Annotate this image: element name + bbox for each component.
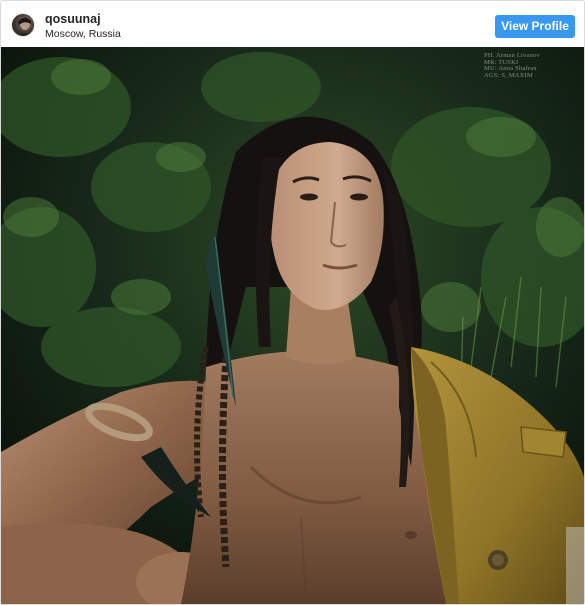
post-header: qosuunaj Moscow, Russia View Profile — [1, 1, 584, 47]
instagram-embed: qosuunaj Moscow, Russia View Profile PH.… — [0, 0, 585, 605]
avatar[interactable] — [11, 13, 35, 37]
username-link[interactable]: qosuunaj — [45, 12, 121, 26]
post-photo-image — [1, 47, 584, 604]
photo-credits: PH. Arman Livanov MR: TUSKI MU: Anna Sha… — [484, 52, 554, 79]
location-link[interactable]: Moscow, Russia — [45, 27, 121, 41]
view-profile-button[interactable]: View Profile — [495, 15, 575, 38]
user-block: qosuunaj Moscow, Russia — [45, 12, 121, 41]
credit-line-4: AGS: S_MAXIM — [484, 71, 533, 79]
post-photo[interactable]: PH. Arman Livanov MR: TUSKI MU: Anna Sha… — [1, 47, 584, 604]
